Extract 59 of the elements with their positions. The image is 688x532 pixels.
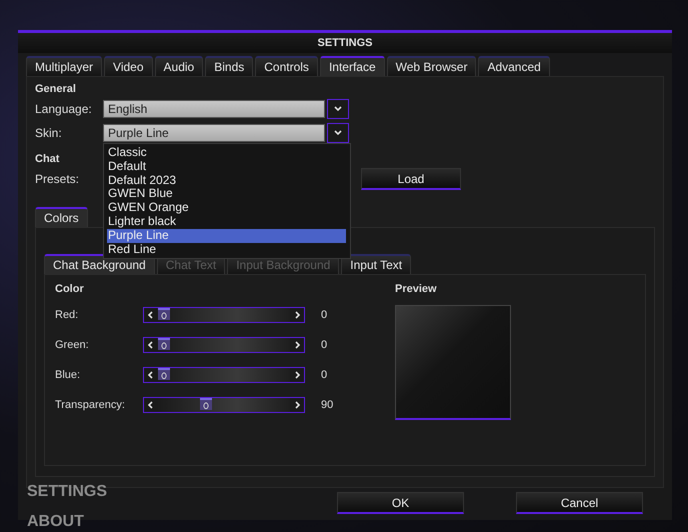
slider-thumb[interactable] bbox=[158, 368, 170, 380]
slider-label: Blue: bbox=[55, 369, 82, 381]
slider-label: Green: bbox=[55, 339, 90, 351]
window-title: SETTINGS bbox=[317, 37, 372, 49]
chevron-down-icon bbox=[334, 129, 342, 137]
slider-label: Red: bbox=[55, 309, 80, 321]
language-select[interactable]: English bbox=[103, 100, 325, 118]
dropdown-option[interactable]: Lighter black bbox=[107, 214, 346, 229]
chevron-left-icon bbox=[147, 341, 155, 349]
dropdown-option[interactable]: Default 2023 bbox=[107, 174, 346, 188]
slider-label: Transparency: bbox=[55, 399, 126, 411]
tab[interactable]: Multiplayer bbox=[26, 56, 102, 76]
slider-thumb[interactable] bbox=[158, 338, 170, 350]
chevron-right-icon bbox=[293, 371, 301, 379]
tab[interactable]: Audio bbox=[154, 56, 204, 76]
dropdown-option[interactable]: GWEN Blue bbox=[107, 187, 346, 202]
skin-select[interactable]: Purple Line bbox=[103, 124, 325, 142]
dropdown-option[interactable]: Default bbox=[107, 160, 346, 174]
dropdown-button[interactable] bbox=[327, 123, 349, 143]
tab[interactable]: Input Text bbox=[341, 254, 412, 274]
slider-thumb[interactable] bbox=[200, 398, 212, 410]
dropdown-option[interactable]: Classic bbox=[107, 146, 346, 160]
tab[interactable]: Web Browser bbox=[386, 56, 476, 76]
chevron-down-icon bbox=[334, 105, 342, 113]
section-heading: Chat bbox=[35, 152, 60, 167]
chevron-right-icon bbox=[293, 401, 301, 409]
section-heading: Color bbox=[55, 283, 84, 295]
field-label: Language: bbox=[35, 102, 93, 116]
section-heading: General bbox=[35, 82, 76, 97]
slider-value: 0 bbox=[320, 369, 328, 381]
tab[interactable]: Interface bbox=[320, 56, 385, 76]
tab[interactable]: Advanced bbox=[478, 56, 550, 76]
chevron-left-icon bbox=[147, 371, 155, 379]
section-heading: Preview bbox=[395, 283, 437, 295]
slider[interactable] bbox=[143, 307, 305, 323]
chevron-right-icon bbox=[293, 341, 301, 349]
dropdown-option[interactable]: GWEN Orange bbox=[107, 201, 346, 215]
dialog-button[interactable]: Cancel bbox=[516, 492, 643, 514]
chevron-left-icon bbox=[147, 401, 155, 409]
field-label: Skin: bbox=[35, 126, 63, 140]
tab[interactable]: Colors bbox=[35, 207, 88, 227]
slider-value: 0 bbox=[320, 309, 328, 321]
dialog-button[interactable]: OK bbox=[337, 492, 464, 514]
load-button[interactable]: Load bbox=[361, 168, 461, 190]
dropdown-option[interactable]: Purple Line bbox=[107, 228, 346, 243]
slider-value: 0 bbox=[320, 339, 328, 351]
slider[interactable] bbox=[143, 397, 305, 413]
dropdown-option[interactable]: Red Line bbox=[107, 242, 346, 256]
dropdown-button[interactable] bbox=[327, 99, 349, 119]
chevron-right-icon bbox=[293, 311, 301, 319]
slider-value: 90 bbox=[320, 399, 334, 411]
slider[interactable] bbox=[143, 367, 305, 383]
slider[interactable] bbox=[143, 337, 305, 353]
field-label: Presets: bbox=[35, 172, 80, 186]
tab[interactable]: Binds bbox=[205, 56, 254, 76]
tab[interactable]: Controls bbox=[255, 56, 318, 76]
slider-thumb[interactable] bbox=[158, 308, 170, 320]
chevron-left-icon bbox=[147, 311, 155, 319]
tab[interactable]: Video bbox=[104, 56, 153, 76]
